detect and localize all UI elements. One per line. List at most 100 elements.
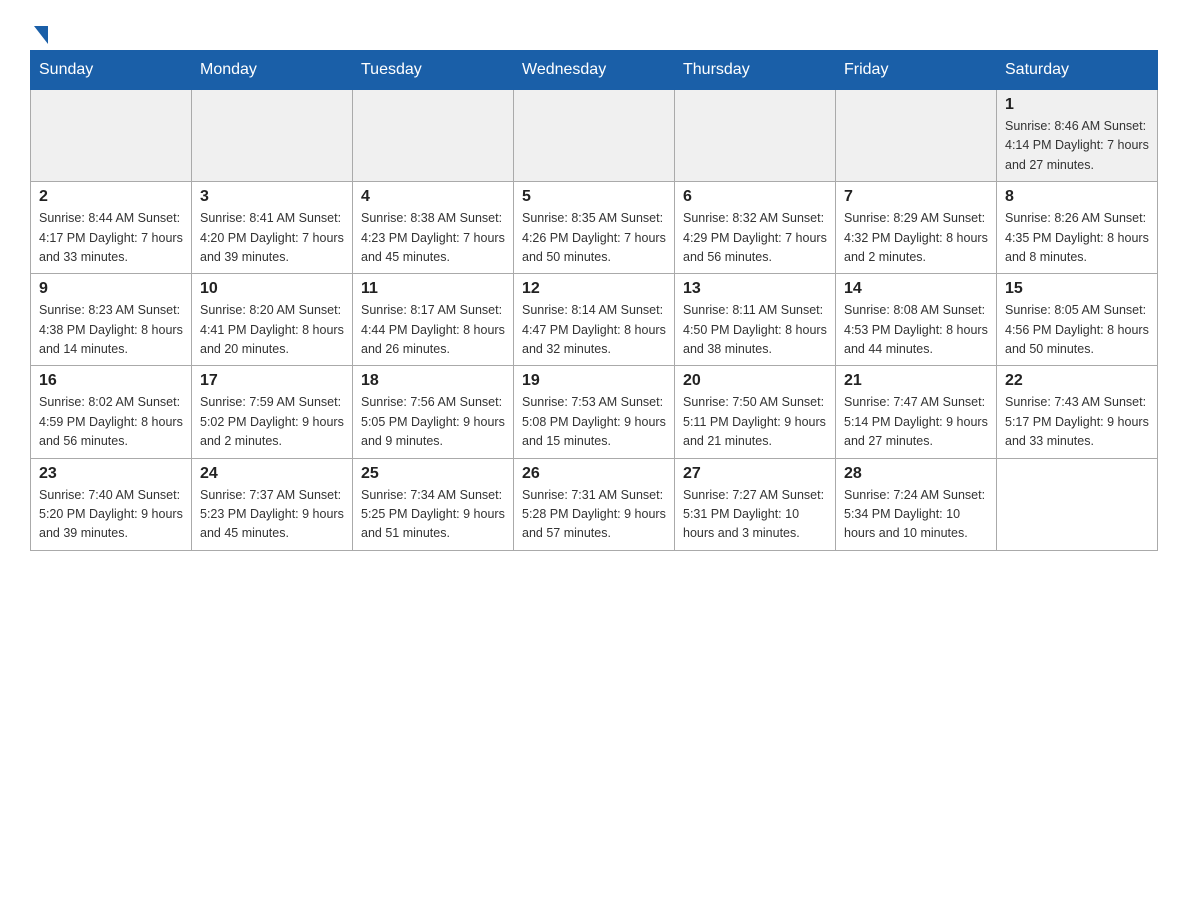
week-row-2: 2 Sunrise: 8:44 AM Sunset: 4:17 PM Daylig… bbox=[31, 182, 1158, 274]
weekday-header-row: SundayMondayTuesdayWednesdayThursdayFrid… bbox=[31, 51, 1158, 90]
calendar-cell: 27 Sunrise: 7:27 AM Sunset: 5:31 PM Dayli… bbox=[675, 458, 836, 550]
calendar-cell bbox=[514, 90, 675, 182]
calendar-cell bbox=[836, 90, 997, 182]
calendar-cell: 1 Sunrise: 8:46 AM Sunset: 4:14 PM Daylig… bbox=[997, 90, 1158, 182]
day-info: Sunrise: 8:17 AM Sunset: 4:44 PM Dayligh… bbox=[361, 301, 505, 359]
day-number: 20 bbox=[683, 372, 827, 390]
week-row-5: 23 Sunrise: 7:40 AM Sunset: 5:20 PM Dayli… bbox=[31, 458, 1158, 550]
day-number: 1 bbox=[1005, 96, 1149, 114]
weekday-header-tuesday: Tuesday bbox=[353, 51, 514, 90]
calendar-cell: 13Sunrise: 8:11 AM Sunset: 4:50 PM Dayli… bbox=[675, 274, 836, 366]
day-info: Sunrise: 7:50 AM Sunset: 5:11 PM Dayligh… bbox=[683, 393, 827, 451]
day-number: 25 bbox=[361, 465, 505, 483]
day-number: 9 bbox=[39, 280, 183, 298]
calendar-cell: 22 Sunrise: 7:43 AM Sunset: 5:17 PM Dayli… bbox=[997, 366, 1158, 458]
calendar-cell: 15 Sunrise: 8:05 AM Sunset: 4:56 PM Dayli… bbox=[997, 274, 1158, 366]
calendar-cell bbox=[192, 90, 353, 182]
calendar-cell: 4 Sunrise: 8:38 AM Sunset: 4:23 PM Daylig… bbox=[353, 182, 514, 274]
page-header bbox=[30, 20, 1158, 40]
day-info: Sunrise: 8:02 AM Sunset: 4:59 PM Dayligh… bbox=[39, 393, 183, 451]
weekday-header-saturday: Saturday bbox=[997, 51, 1158, 90]
day-info: Sunrise: 7:40 AM Sunset: 5:20 PM Dayligh… bbox=[39, 486, 183, 544]
day-info: Sunrise: 8:32 AM Sunset: 4:29 PM Dayligh… bbox=[683, 209, 827, 267]
calendar-cell: 26 Sunrise: 7:31 AM Sunset: 5:28 PM Dayli… bbox=[514, 458, 675, 550]
calendar-cell bbox=[31, 90, 192, 182]
calendar-cell: 10 Sunrise: 8:20 AM Sunset: 4:41 PM Dayli… bbox=[192, 274, 353, 366]
calendar-cell bbox=[997, 458, 1158, 550]
calendar-cell: 2 Sunrise: 8:44 AM Sunset: 4:17 PM Daylig… bbox=[31, 182, 192, 274]
day-number: 28 bbox=[844, 465, 988, 483]
weekday-header-friday: Friday bbox=[836, 51, 997, 90]
calendar-cell: 8 Sunrise: 8:26 AM Sunset: 4:35 PM Daylig… bbox=[997, 182, 1158, 274]
day-info: Sunrise: 8:14 AM Sunset: 4:47 PM Dayligh… bbox=[522, 301, 666, 359]
day-info: Sunrise: 8:08 AM Sunset: 4:53 PM Dayligh… bbox=[844, 301, 988, 359]
day-info: Sunrise: 8:44 AM Sunset: 4:17 PM Dayligh… bbox=[39, 209, 183, 267]
day-number: 13 bbox=[683, 280, 827, 298]
day-info: Sunrise: 8:05 AM Sunset: 4:56 PM Dayligh… bbox=[1005, 301, 1149, 359]
day-number: 10 bbox=[200, 280, 344, 298]
day-number: 23 bbox=[39, 465, 183, 483]
weekday-header-wednesday: Wednesday bbox=[514, 51, 675, 90]
day-info: Sunrise: 7:37 AM Sunset: 5:23 PM Dayligh… bbox=[200, 486, 344, 544]
day-number: 19 bbox=[522, 372, 666, 390]
calendar-cell: 14Sunrise: 8:08 AM Sunset: 4:53 PM Dayli… bbox=[836, 274, 997, 366]
calendar-cell: 17 Sunrise: 7:59 AM Sunset: 5:02 PM Dayli… bbox=[192, 366, 353, 458]
calendar-cell: 9 Sunrise: 8:23 AM Sunset: 4:38 PM Daylig… bbox=[31, 274, 192, 366]
day-number: 6 bbox=[683, 188, 827, 206]
day-info: Sunrise: 7:59 AM Sunset: 5:02 PM Dayligh… bbox=[200, 393, 344, 451]
day-number: 11 bbox=[361, 280, 505, 298]
day-number: 18 bbox=[361, 372, 505, 390]
day-info: Sunrise: 7:47 AM Sunset: 5:14 PM Dayligh… bbox=[844, 393, 988, 451]
calendar-cell: 25 Sunrise: 7:34 AM Sunset: 5:25 PM Dayli… bbox=[353, 458, 514, 550]
day-info: Sunrise: 8:35 AM Sunset: 4:26 PM Dayligh… bbox=[522, 209, 666, 267]
day-number: 7 bbox=[844, 188, 988, 206]
week-row-4: 16 Sunrise: 8:02 AM Sunset: 4:59 PM Dayli… bbox=[31, 366, 1158, 458]
day-number: 5 bbox=[522, 188, 666, 206]
day-info: Sunrise: 7:27 AM Sunset: 5:31 PM Dayligh… bbox=[683, 486, 827, 544]
calendar-cell: 21 Sunrise: 7:47 AM Sunset: 5:14 PM Dayli… bbox=[836, 366, 997, 458]
weekday-header-thursday: Thursday bbox=[675, 51, 836, 90]
day-number: 3 bbox=[200, 188, 344, 206]
day-number: 15 bbox=[1005, 280, 1149, 298]
day-number: 16 bbox=[39, 372, 183, 390]
calendar-cell: 28 Sunrise: 7:24 AM Sunset: 5:34 PM Dayli… bbox=[836, 458, 997, 550]
day-number: 4 bbox=[361, 188, 505, 206]
day-info: Sunrise: 7:56 AM Sunset: 5:05 PM Dayligh… bbox=[361, 393, 505, 451]
day-number: 21 bbox=[844, 372, 988, 390]
calendar-cell: 6 Sunrise: 8:32 AM Sunset: 4:29 PM Daylig… bbox=[675, 182, 836, 274]
day-number: 17 bbox=[200, 372, 344, 390]
calendar-cell: 23 Sunrise: 7:40 AM Sunset: 5:20 PM Dayli… bbox=[31, 458, 192, 550]
calendar-table: SundayMondayTuesdayWednesdayThursdayFrid… bbox=[30, 50, 1158, 551]
calendar-cell: 18 Sunrise: 7:56 AM Sunset: 5:05 PM Dayli… bbox=[353, 366, 514, 458]
day-info: Sunrise: 8:38 AM Sunset: 4:23 PM Dayligh… bbox=[361, 209, 505, 267]
day-info: Sunrise: 7:31 AM Sunset: 5:28 PM Dayligh… bbox=[522, 486, 666, 544]
day-info: Sunrise: 8:46 AM Sunset: 4:14 PM Dayligh… bbox=[1005, 117, 1149, 175]
day-info: Sunrise: 8:26 AM Sunset: 4:35 PM Dayligh… bbox=[1005, 209, 1149, 267]
calendar-cell: 16 Sunrise: 8:02 AM Sunset: 4:59 PM Dayli… bbox=[31, 366, 192, 458]
day-info: Sunrise: 8:29 AM Sunset: 4:32 PM Dayligh… bbox=[844, 209, 988, 267]
calendar-cell bbox=[353, 90, 514, 182]
day-number: 27 bbox=[683, 465, 827, 483]
calendar-cell bbox=[675, 90, 836, 182]
day-number: 24 bbox=[200, 465, 344, 483]
day-info: Sunrise: 8:20 AM Sunset: 4:41 PM Dayligh… bbox=[200, 301, 344, 359]
calendar-cell: 12 Sunrise: 8:14 AM Sunset: 4:47 PM Dayli… bbox=[514, 274, 675, 366]
day-number: 2 bbox=[39, 188, 183, 206]
calendar-cell: 7 Sunrise: 8:29 AM Sunset: 4:32 PM Daylig… bbox=[836, 182, 997, 274]
calendar-cell: 20 Sunrise: 7:50 AM Sunset: 5:11 PM Dayli… bbox=[675, 366, 836, 458]
weekday-header-monday: Monday bbox=[192, 51, 353, 90]
day-number: 12 bbox=[522, 280, 666, 298]
calendar-cell: 11 Sunrise: 8:17 AM Sunset: 4:44 PM Dayli… bbox=[353, 274, 514, 366]
calendar-cell: 5 Sunrise: 8:35 AM Sunset: 4:26 PM Daylig… bbox=[514, 182, 675, 274]
day-info: Sunrise: 7:24 AM Sunset: 5:34 PM Dayligh… bbox=[844, 486, 988, 544]
day-number: 26 bbox=[522, 465, 666, 483]
calendar-cell: 19Sunrise: 7:53 AM Sunset: 5:08 PM Dayli… bbox=[514, 366, 675, 458]
day-number: 8 bbox=[1005, 188, 1149, 206]
logo-arrow-icon bbox=[34, 26, 48, 44]
day-number: 22 bbox=[1005, 372, 1149, 390]
day-info: Sunrise: 7:43 AM Sunset: 5:17 PM Dayligh… bbox=[1005, 393, 1149, 451]
day-info: Sunrise: 7:34 AM Sunset: 5:25 PM Dayligh… bbox=[361, 486, 505, 544]
day-info: Sunrise: 8:41 AM Sunset: 4:20 PM Dayligh… bbox=[200, 209, 344, 267]
weekday-header-sunday: Sunday bbox=[31, 51, 192, 90]
day-info: Sunrise: 8:23 AM Sunset: 4:38 PM Dayligh… bbox=[39, 301, 183, 359]
